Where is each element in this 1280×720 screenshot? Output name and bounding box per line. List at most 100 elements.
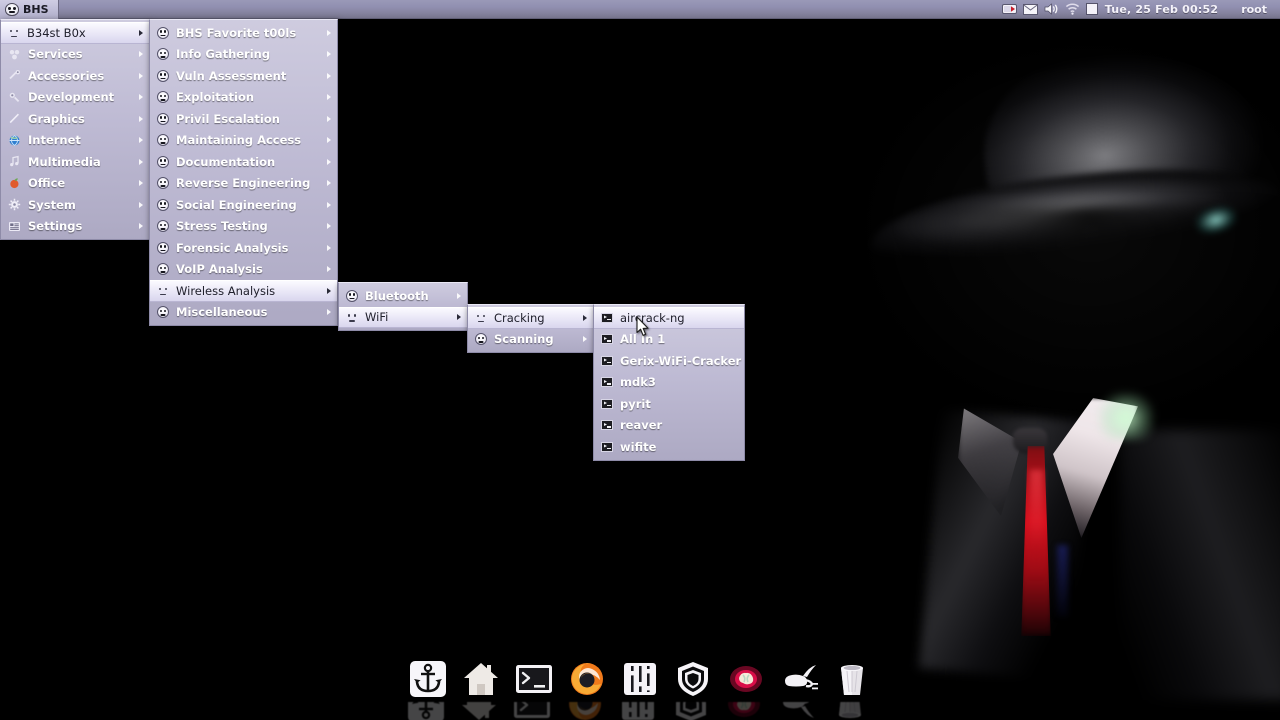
menu-item-forensic-analysis[interactable]: Forensic Analysis bbox=[150, 237, 337, 259]
dock-item-terminal[interactable] bbox=[512, 657, 556, 718]
menu-item-label: B34st B0x bbox=[27, 25, 86, 40]
dock-reflection bbox=[830, 702, 874, 720]
menu-item-reverse-engineering[interactable]: Reverse Engineering bbox=[150, 173, 337, 195]
menu-item-bluetooth[interactable]: Bluetooth bbox=[339, 285, 467, 307]
applications-menu-button[interactable]: BHS bbox=[0, 0, 59, 19]
mixer-icon bbox=[624, 663, 656, 695]
graphics-icon bbox=[9, 113, 19, 124]
dock-item-anchor[interactable] bbox=[406, 657, 450, 720]
firefox-icon bbox=[571, 662, 603, 695]
menu-item-aircrack-ng[interactable]: aircrack-ng bbox=[594, 307, 744, 329]
dock-item-brain[interactable] bbox=[724, 657, 768, 717]
menu-item-label: WiFi bbox=[365, 310, 389, 325]
skull-icon bbox=[157, 155, 169, 168]
skull-icon bbox=[157, 112, 169, 125]
menu-item-privil-escalation[interactable]: Privil Escalation bbox=[150, 108, 337, 130]
menu-item-gerix-wifi-cracker[interactable]: Gerix-WiFi-Cracker bbox=[594, 350, 744, 372]
network-icon[interactable] bbox=[1001, 3, 1017, 15]
menu-item-vuln-assessment[interactable]: Vuln Assessment bbox=[150, 65, 337, 87]
menu-item-services[interactable]: Services bbox=[1, 44, 149, 66]
menu-item-all-in-1[interactable]: All In 1 bbox=[594, 329, 744, 351]
skull-icon bbox=[157, 26, 169, 39]
menu-item-voip-analysis[interactable]: VoIP Analysis bbox=[150, 259, 337, 281]
menu-item-label: aircrack-ng bbox=[620, 310, 685, 325]
menu-item-label: Exploitation bbox=[176, 90, 255, 105]
menu-item-system[interactable]: System bbox=[1, 194, 149, 216]
terminal-icon bbox=[601, 441, 613, 452]
menu-item-stress-testing[interactable]: Stress Testing bbox=[150, 216, 337, 238]
dock-reflection bbox=[565, 702, 609, 720]
submenu-arrow-icon bbox=[139, 51, 143, 58]
dock-item-trash[interactable] bbox=[830, 657, 874, 718]
skull-icon bbox=[157, 177, 169, 190]
dock-reflection bbox=[724, 702, 768, 720]
internet-icon bbox=[9, 134, 20, 146]
menu-item-bhs-favorite-t00ls[interactable]: BHS Favorite t00ls bbox=[150, 22, 337, 44]
skull-icon bbox=[157, 306, 169, 319]
dock-item-mixer[interactable] bbox=[618, 657, 662, 720]
menu-item-scanning[interactable]: Scanning bbox=[468, 329, 593, 351]
menu-item-label: Documentation bbox=[176, 154, 276, 169]
user-label[interactable]: root bbox=[1241, 3, 1267, 16]
menu-item-label: Accessories bbox=[28, 68, 105, 83]
menu-item-graphics[interactable]: Graphics bbox=[1, 108, 149, 130]
dock-reflection bbox=[671, 702, 715, 720]
menu-item-label: Development bbox=[28, 90, 115, 105]
submenu-arrow-icon bbox=[327, 115, 331, 122]
dock-item-home[interactable] bbox=[459, 657, 503, 720]
menu-item-label: Privil Escalation bbox=[176, 111, 280, 126]
dock-item-firefox[interactable] bbox=[565, 657, 609, 720]
anchor-icon bbox=[410, 661, 446, 697]
menu-item-mdk3[interactable]: mdk3 bbox=[594, 372, 744, 394]
menu-item-wireless-analysis[interactable]: Wireless Analysis bbox=[150, 280, 337, 302]
menu-item-cracking[interactable]: Cracking bbox=[468, 307, 593, 329]
skull-icon bbox=[5, 2, 19, 16]
clock[interactable]: Tue, 25 Feb 00:52 bbox=[1105, 3, 1218, 16]
menu-item-reaver[interactable]: reaver bbox=[594, 415, 744, 437]
menu-item-development[interactable]: Development bbox=[1, 87, 149, 109]
submenu-arrow-icon bbox=[457, 292, 461, 299]
menu-item-accessories[interactable]: Accessories bbox=[1, 65, 149, 87]
skull-icon bbox=[157, 198, 169, 211]
terminal-icon bbox=[601, 420, 613, 431]
menu-item-multimedia[interactable]: Multimedia bbox=[1, 151, 149, 173]
menu-item-label: Forensic Analysis bbox=[176, 240, 289, 255]
window-icon[interactable] bbox=[1085, 3, 1098, 15]
desktop-screen: BHS Tue, 25 Feb 00:52 root B34st B0x Ser… bbox=[0, 0, 1280, 720]
menu-item-label: Graphics bbox=[28, 111, 85, 126]
trash-icon bbox=[841, 665, 863, 695]
dock-reflection bbox=[618, 702, 662, 720]
menu-item-office[interactable]: Office bbox=[1, 173, 149, 195]
dock-item-lamp[interactable] bbox=[777, 657, 821, 718]
menu-item-documentation[interactable]: Documentation bbox=[150, 151, 337, 173]
menu-item-exploitation[interactable]: Exploitation bbox=[150, 87, 337, 109]
wifi-icon[interactable] bbox=[1065, 3, 1080, 15]
submenu-arrow-icon bbox=[327, 137, 331, 144]
volume-icon[interactable] bbox=[1044, 3, 1059, 15]
submenu-arrow-icon bbox=[327, 72, 331, 79]
dock-item-shield[interactable] bbox=[671, 657, 715, 720]
menu-item-internet[interactable]: Internet bbox=[1, 130, 149, 152]
menu-item-b34st-b0x[interactable]: B34st B0x bbox=[1, 22, 149, 44]
terminal-icon bbox=[514, 702, 550, 718]
menu-item-pyrit[interactable]: pyrit bbox=[594, 393, 744, 415]
menu-item-miscellaneous[interactable]: Miscellaneous bbox=[150, 302, 337, 324]
skull-icon bbox=[157, 220, 169, 233]
skull-icon bbox=[475, 333, 487, 346]
menu-item-wifite[interactable]: wifite bbox=[594, 436, 744, 458]
menu-item-social-engineering[interactable]: Social Engineering bbox=[150, 194, 337, 216]
menu-item-info-gathering[interactable]: Info Gathering bbox=[150, 44, 337, 66]
system-tray: Tue, 25 Feb 00:52 root bbox=[1001, 3, 1280, 16]
menu-item-label: Social Engineering bbox=[176, 197, 297, 212]
dock-reflection bbox=[512, 702, 556, 720]
wallpaper-collar-glow bbox=[1098, 392, 1154, 440]
mail-icon[interactable] bbox=[1022, 3, 1038, 15]
dock-reflection bbox=[777, 702, 821, 720]
menu-item-settings[interactable]: Settings bbox=[1, 216, 149, 238]
menu-item-wifi[interactable]: WiFi bbox=[339, 306, 467, 328]
menu-item-maintaining-access[interactable]: Maintaining Access bbox=[150, 130, 337, 152]
menu-item-label: Wireless Analysis bbox=[176, 283, 276, 298]
submenu-arrow-icon bbox=[139, 94, 143, 101]
skull-icon bbox=[157, 134, 169, 147]
submenu-arrow-icon bbox=[327, 201, 331, 208]
